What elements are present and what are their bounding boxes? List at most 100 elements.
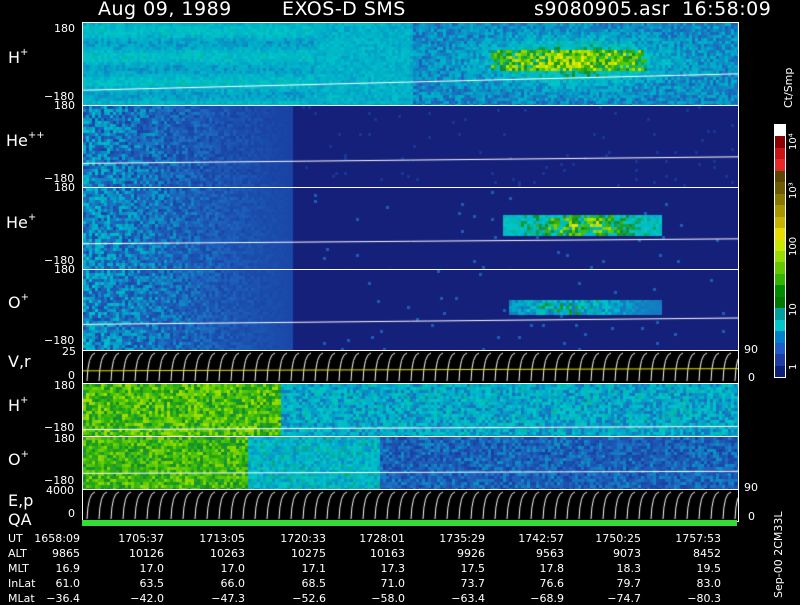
footer-cell: 1757:53: [675, 532, 721, 545]
colorbar-segment: [775, 308, 785, 321]
footer-cell: −47.3: [211, 592, 245, 605]
label-o-plus: O+: [8, 291, 29, 312]
colorbar-label-10000: 10⁴: [788, 133, 799, 150]
o-plus-spectrogram: [83, 270, 738, 350]
colorbar-segment: [775, 354, 785, 367]
row-label-mlt: MLT: [8, 562, 29, 575]
footer-cell: 9563: [536, 547, 564, 560]
colorbar-segment: [775, 136, 785, 149]
footer-cell: 17.0: [139, 562, 165, 575]
footer-cell: 1705:37: [118, 532, 164, 545]
h-plus-2-spectrogram: [83, 384, 738, 437]
panel-he-plus: [82, 187, 739, 271]
colorbar-segment: [775, 170, 785, 183]
row-label-mlat: MLat: [8, 592, 35, 605]
file-name: s9080905.asr: [534, 0, 670, 20]
footer-cell: 9865: [52, 547, 80, 560]
instrument-name: EXOS-D SMS: [282, 0, 406, 20]
panel-ep: [82, 489, 739, 522]
ytick-top: 180: [54, 432, 75, 445]
label-vr: V,r: [8, 352, 31, 371]
ytick-top: 180: [54, 263, 75, 276]
ytick-top: 180: [54, 379, 75, 392]
footer-cell: 18.3: [616, 562, 642, 575]
label-ep: E,p: [8, 491, 34, 510]
ytick-top: 180: [54, 22, 75, 35]
footer-cell: 19.5: [696, 562, 722, 575]
ytick-top: 4000: [46, 484, 74, 497]
colorbar-segment: [775, 228, 785, 241]
colorbar-label-10: 10: [788, 303, 799, 316]
colorbar-label-100: 100: [788, 236, 799, 256]
plot-date: Aug 09, 1989: [98, 0, 232, 20]
colorbar-segment: [775, 193, 785, 206]
label-qa: QA: [8, 510, 32, 529]
footer-cell: 10163: [370, 547, 405, 560]
footer-cell: −36.4: [46, 592, 80, 605]
footer-cell: −42.0: [130, 592, 164, 605]
colorbar-segment: [775, 216, 785, 229]
footer-cell: 73.7: [460, 577, 486, 590]
label-o-plus-2: O+: [8, 448, 29, 469]
footer-cell: 16.9: [55, 562, 81, 575]
colorbar-segment: [775, 319, 785, 332]
footer-cell: 61.0: [55, 577, 81, 590]
footer-cell: 1720:33: [280, 532, 326, 545]
colorbar-segment: [775, 239, 785, 252]
footer-cell: −52.6: [292, 592, 326, 605]
vr-lines: [83, 351, 738, 383]
colorbar-segment: [775, 205, 785, 218]
colorbar-segment: [775, 296, 785, 309]
footer-cell: 1658:09: [34, 532, 80, 545]
ep-lines: [83, 490, 738, 521]
footer-cell: 17.3: [380, 562, 406, 575]
right-tick-bottom: 0: [748, 371, 755, 384]
row-label-alt: ALT: [8, 547, 27, 560]
footer-cell: 17.1: [301, 562, 327, 575]
footer-cell: 71.0: [380, 577, 406, 590]
file-time: 16:58:09: [682, 0, 772, 20]
ytick-top: 180: [54, 181, 75, 194]
footer-cell: 66.0: [220, 577, 246, 590]
footer-cell: 1713:05: [199, 532, 245, 545]
footer-cell: 10263: [210, 547, 245, 560]
colorbar-segment: [775, 365, 785, 378]
label-he-plus: He+: [6, 211, 37, 232]
footer-cell: 8452: [693, 547, 721, 560]
colorbar-segment: [775, 273, 785, 286]
footer-cell: 17.5: [460, 562, 486, 575]
ytick-top: 25: [62, 345, 76, 358]
footer-cell: 1750:25: [595, 532, 641, 545]
footer-cell: 10126: [129, 547, 164, 560]
panel-o-plus: [82, 269, 739, 351]
colorbar: [774, 124, 786, 378]
ytick-bottom: 0: [68, 507, 75, 520]
footer-cell: 10275: [291, 547, 326, 560]
panel-vr: [82, 350, 739, 384]
footer-cell: −63.4: [451, 592, 485, 605]
colorbar-segment: [775, 262, 785, 275]
panel-o-plus-2: [82, 436, 739, 490]
label-he-plusplus: He++: [6, 129, 45, 150]
label-h-plus: H+: [8, 46, 29, 67]
colorbar-segment: [775, 182, 785, 195]
colorbar-unit: Ct/Smp: [782, 67, 795, 108]
footer-cell: 1735:29: [439, 532, 485, 545]
footer-cell: −80.3: [687, 592, 721, 605]
footer-cell: 79.7: [616, 577, 642, 590]
footer-cell: 17.0: [220, 562, 246, 575]
colorbar-label-1000: 10³: [788, 182, 799, 199]
label-h-plus-2: H+: [8, 394, 29, 415]
footer-cell: 17.8: [539, 562, 565, 575]
right-tick-top: 90: [744, 481, 758, 494]
right-tick-bottom: 0: [748, 510, 755, 523]
colorbar-label-1: 1: [788, 363, 799, 370]
side-label: Sep-00 2CM33L: [772, 511, 785, 599]
right-tick-top: 90: [744, 343, 758, 356]
footer-cell: 68.5: [301, 577, 327, 590]
colorbar-segment: [775, 251, 785, 263]
he-plusplus-spectrogram: [83, 106, 738, 188]
colorbar-segment: [775, 285, 785, 298]
h-plus-spectrogram: [83, 23, 738, 105]
colorbar-segment: [775, 159, 785, 172]
